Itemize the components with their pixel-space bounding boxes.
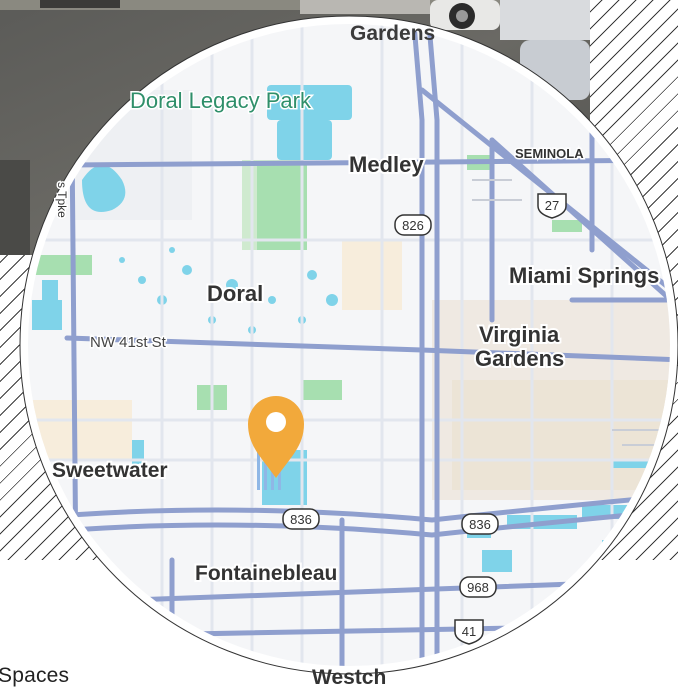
- label-doral: Doral: [207, 281, 263, 306]
- route-968-shield: 968: [459, 576, 497, 598]
- map-circle[interactable]: Gardens Doral Legacy Park Medley SEMINOL…: [12, 0, 678, 689]
- us-27-shield: 27: [537, 193, 567, 219]
- label-seminola: SEMINOLA: [515, 146, 584, 161]
- route-836-right-shield: 836: [461, 513, 499, 535]
- svg-text:41: 41: [462, 624, 476, 639]
- label-medley: Medley: [349, 152, 424, 177]
- us-41-shield: 41: [454, 619, 484, 645]
- label-gardens-top: Gardens: [350, 22, 435, 45]
- label-westchester-partial: Westch: [312, 666, 386, 687]
- svg-text:826: 826: [402, 218, 424, 233]
- label-turnpike: s Tpke: [55, 182, 69, 218]
- svg-text:968: 968: [467, 580, 489, 595]
- route-826-shield: 826: [394, 214, 432, 236]
- svg-text:27: 27: [545, 198, 559, 213]
- label-miami-springs: Miami Springs: [509, 263, 659, 288]
- label-sweetwater: Sweetwater: [52, 459, 168, 482]
- route-836-left-shield: 836: [282, 508, 320, 530]
- label-doral-legacy-park: Doral Legacy Park: [130, 88, 312, 113]
- svg-text:836: 836: [469, 517, 491, 532]
- label-nw-41st-st: NW 41st St: [90, 334, 167, 351]
- label-virginia-gardens: Gardens: [475, 346, 564, 371]
- label-fontainebleau: Fontainebleau: [195, 562, 337, 585]
- svg-text:836: 836: [290, 512, 312, 527]
- label-virginia: Virginia: [479, 322, 560, 347]
- spaces-caption: Spaces: [0, 664, 70, 687]
